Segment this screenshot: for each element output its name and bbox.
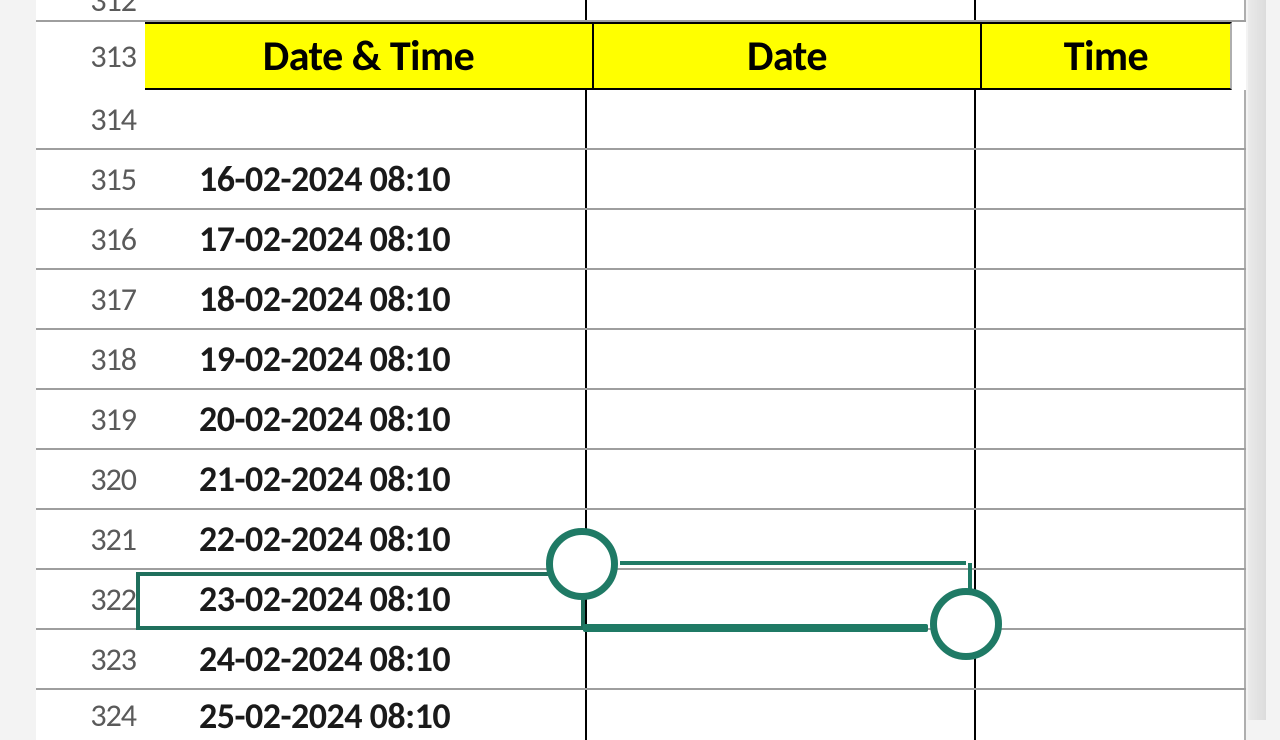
row-322[interactable]: 322 23-02-2024 08:10 (36, 570, 1246, 630)
cell-c312[interactable] (976, 0, 1246, 20)
spreadsheet-grid[interactable]: 312 313 Date & Time Date Time 314 315 16… (36, 0, 1246, 740)
row-header[interactable]: 314 (36, 90, 145, 148)
cell-a318[interactable]: 19-02-2024 08:10 (145, 330, 587, 388)
cell-a314[interactable] (145, 90, 587, 148)
cell-b319[interactable] (587, 390, 976, 448)
cell-a315[interactable]: 16-02-2024 08:10 (145, 150, 587, 208)
row-header[interactable]: 312 (36, 0, 145, 20)
cell-b317[interactable] (587, 270, 976, 328)
cell-a312[interactable] (145, 0, 587, 20)
cell-c324[interactable] (976, 690, 1246, 740)
cell-b316[interactable] (587, 210, 976, 268)
cell-a317[interactable]: 18-02-2024 08:10 (145, 270, 587, 328)
row-header[interactable]: 322 (36, 570, 145, 628)
row-header[interactable]: 321 (36, 510, 145, 568)
row-317[interactable]: 317 18-02-2024 08:10 (36, 270, 1246, 330)
cell-a323[interactable]: 24-02-2024 08:10 (145, 630, 587, 688)
cell-a316[interactable]: 17-02-2024 08:10 (145, 210, 587, 268)
cell-a322[interactable]: 23-02-2024 08:10 (145, 570, 587, 628)
row-319[interactable]: 319 20-02-2024 08:10 (36, 390, 1246, 450)
row-323[interactable]: 323 24-02-2024 08:10 (36, 630, 1246, 690)
cell-c315[interactable] (976, 150, 1246, 208)
cell-c314[interactable] (976, 90, 1246, 148)
cell-a320[interactable]: 21-02-2024 08:10 (145, 450, 587, 508)
cell-b324[interactable] (587, 690, 976, 740)
cell-b312[interactable] (587, 0, 976, 20)
column-header-date[interactable]: Date (594, 22, 982, 90)
cell-c320[interactable] (976, 450, 1246, 508)
row-314[interactable]: 314 (36, 90, 1246, 150)
row-313-header[interactable]: 313 Date & Time Date Time (36, 22, 1246, 90)
cell-b322-active[interactable] (587, 570, 976, 628)
row-header[interactable]: 313 (36, 22, 145, 90)
row-header[interactable]: 324 (36, 690, 145, 740)
cell-c317[interactable] (976, 270, 1246, 328)
row-315[interactable]: 315 16-02-2024 08:10 (36, 150, 1246, 210)
cell-c316[interactable] (976, 210, 1246, 268)
row-316[interactable]: 316 17-02-2024 08:10 (36, 210, 1246, 270)
cell-a324[interactable]: 25-02-2024 08:10 (145, 690, 587, 740)
row-318[interactable]: 318 19-02-2024 08:10 (36, 330, 1246, 390)
cell-b321[interactable] (587, 510, 976, 568)
cell-a319[interactable]: 20-02-2024 08:10 (145, 390, 587, 448)
cell-c319[interactable] (976, 390, 1246, 448)
cell-b323[interactable] (587, 630, 976, 688)
cell-b315[interactable] (587, 150, 976, 208)
cell-b320[interactable] (587, 450, 976, 508)
row-321[interactable]: 321 22-02-2024 08:10 (36, 510, 1246, 570)
row-header[interactable]: 319 (36, 390, 145, 448)
row-header[interactable]: 316 (36, 210, 145, 268)
row-320[interactable]: 320 21-02-2024 08:10 (36, 450, 1246, 510)
column-header-date-time[interactable]: Date & Time (145, 22, 594, 90)
row-header[interactable]: 323 (36, 630, 145, 688)
row-header[interactable]: 320 (36, 450, 145, 508)
cell-c321[interactable] (976, 510, 1246, 568)
cell-a321[interactable]: 22-02-2024 08:10 (145, 510, 587, 568)
row-header[interactable]: 317 (36, 270, 145, 328)
scrollbar-region[interactable] (1248, 0, 1266, 720)
cell-c322[interactable] (976, 570, 1246, 628)
row-header[interactable]: 318 (36, 330, 145, 388)
row-324[interactable]: 324 25-02-2024 08:10 (36, 690, 1246, 740)
cell-c323[interactable] (976, 630, 1246, 688)
column-header-time[interactable]: Time (982, 22, 1232, 90)
row-header[interactable]: 315 (36, 150, 145, 208)
row-312[interactable]: 312 (36, 0, 1246, 22)
cell-b314[interactable] (587, 90, 976, 148)
cell-b318[interactable] (587, 330, 976, 388)
cell-c318[interactable] (976, 330, 1246, 388)
